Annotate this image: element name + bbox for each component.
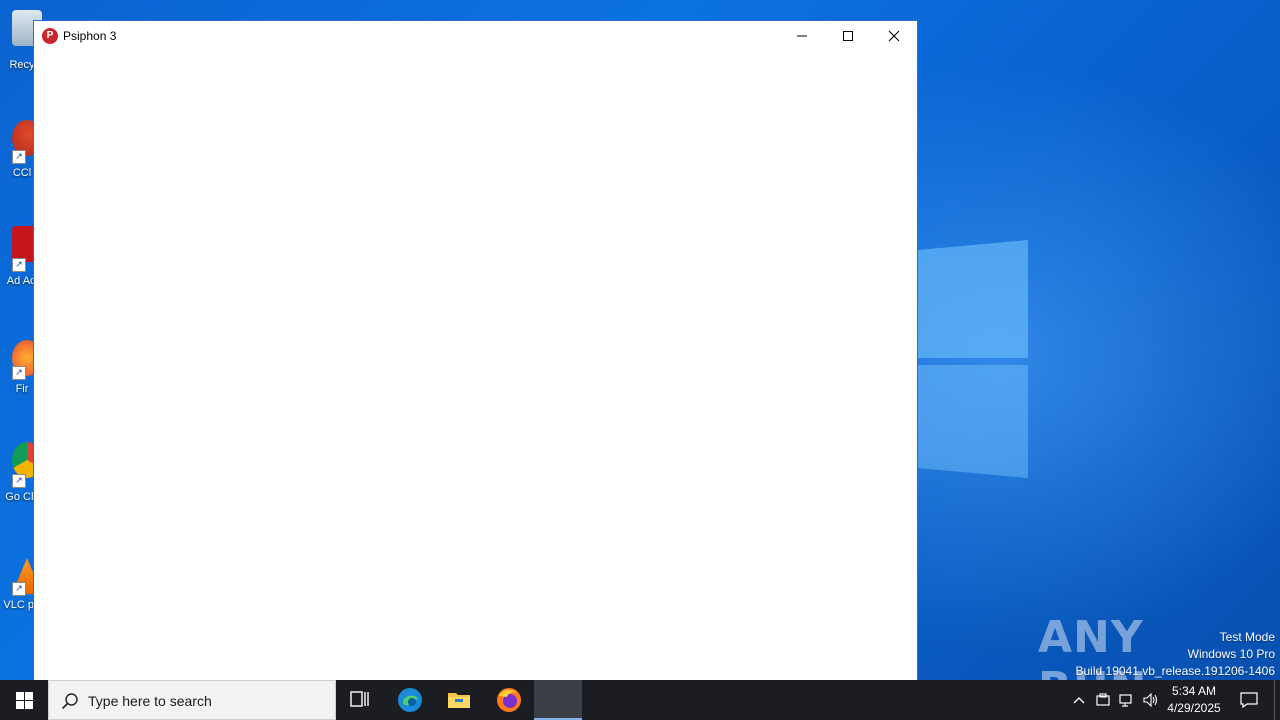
windows-start-icon (15, 691, 33, 709)
search-icon (61, 693, 78, 710)
psiphon-window[interactable]: P Psiphon 3 (33, 20, 918, 682)
window-client-area (34, 51, 917, 681)
edge-icon (398, 688, 422, 712)
minimize-icon (797, 35, 807, 37)
shortcut-arrow-icon: ↗ (12, 258, 26, 272)
test-mode-label: Test Mode (1219, 630, 1275, 644)
os-edition-label: Windows 10 Pro (1187, 647, 1275, 661)
clock-time: 5:34 AM (1171, 684, 1217, 698)
firefox-icon (497, 688, 521, 712)
start-button[interactable] (0, 680, 48, 720)
file-explorer-icon (448, 693, 470, 708)
taskbar-file-explorer-button[interactable] (435, 680, 483, 720)
clock-date: 4/29/2025 (1167, 701, 1221, 715)
taskbar-search-box[interactable]: Type here to search (48, 680, 336, 720)
shortcut-arrow-icon: ↗ (12, 474, 26, 488)
window-titlebar[interactable]: P Psiphon 3 (34, 21, 917, 51)
notification-icon (1240, 692, 1258, 708)
network-icon (1119, 694, 1132, 707)
action-center-button[interactable] (1234, 680, 1264, 720)
taskbar: Type here to search 5:34 AM 4/29/2025 (0, 680, 1280, 720)
minimize-button[interactable] (779, 21, 825, 51)
task-view-icon (350, 691, 369, 707)
close-icon (888, 30, 900, 42)
speaker-icon (1143, 693, 1158, 707)
close-button[interactable] (871, 21, 917, 51)
show-desktop-button[interactable] (1274, 680, 1280, 720)
shortcut-arrow-icon: ↗ (12, 150, 26, 164)
tray-overflow-button[interactable] (1068, 680, 1090, 720)
psiphon-app-icon: P (42, 28, 58, 44)
shortcut-arrow-icon: ↗ (12, 366, 26, 380)
network-button[interactable] (1116, 680, 1138, 720)
taskbar-firefox-button[interactable] (485, 680, 533, 720)
tray-app-icon-button[interactable] (1092, 680, 1114, 720)
task-view-button[interactable] (336, 680, 384, 720)
taskbar-clock[interactable]: 5:34 AM 4/29/2025 (1160, 683, 1228, 717)
maximize-button[interactable] (825, 21, 871, 51)
maximize-icon (843, 31, 853, 41)
tray-app-icon (1096, 693, 1110, 706)
taskbar-psiphon-button[interactable] (534, 680, 582, 720)
window-title: Psiphon 3 (63, 29, 117, 43)
volume-button[interactable] (1140, 680, 1162, 720)
windows-logo-wallpaper (918, 210, 1038, 510)
taskbar-edge-button[interactable] (386, 680, 434, 720)
chevron-up-icon (1073, 697, 1085, 704)
search-placeholder: Type here to search (88, 693, 212, 709)
shortcut-arrow-icon: ↗ (12, 582, 26, 596)
os-build-label: Build 19041.vb_release.191206-1406 (1075, 664, 1276, 678)
